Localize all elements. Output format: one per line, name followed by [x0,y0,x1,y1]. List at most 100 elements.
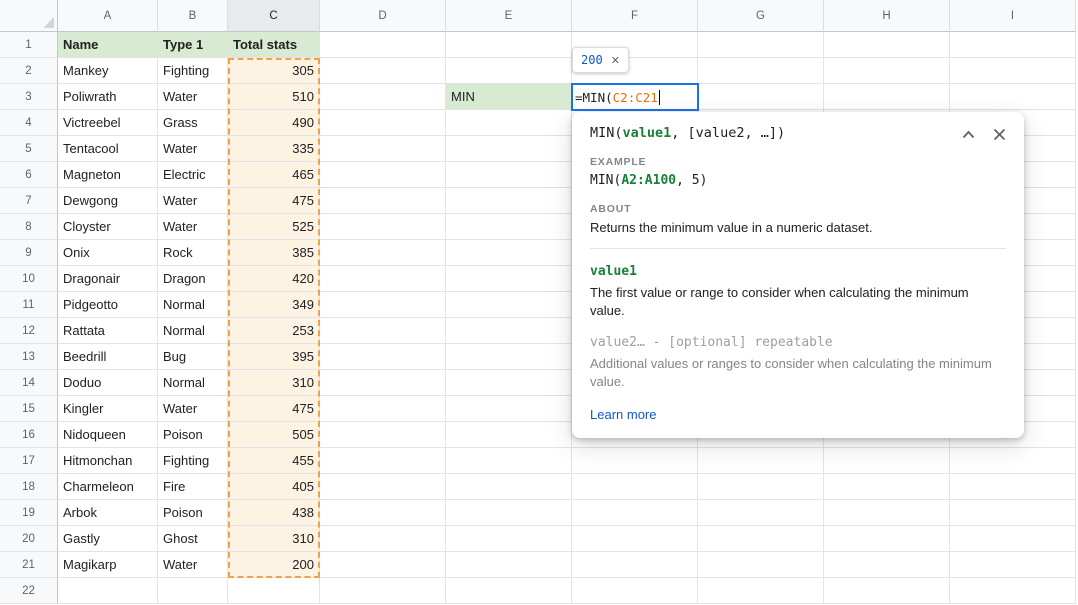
cell-H2[interactable] [824,58,950,84]
cell-D13[interactable] [320,344,446,370]
cell-G20[interactable] [698,526,824,552]
cell-E4[interactable] [446,110,572,136]
cell-C17[interactable]: 455 [228,448,320,474]
cell-C7[interactable]: 475 [228,188,320,214]
cell-C3[interactable]: 510 [228,84,320,110]
close-icon[interactable] [993,128,1006,141]
cell-C10[interactable]: 420 [228,266,320,292]
cell-D3[interactable] [320,84,446,110]
cell-B11[interactable]: Normal [158,292,228,318]
cell-E8[interactable] [446,214,572,240]
cell-E21[interactable] [446,552,572,578]
cell-H20[interactable] [824,526,950,552]
cell-H18[interactable] [824,474,950,500]
cell-A8[interactable]: Cloyster [58,214,158,240]
row-header-6[interactable]: 6 [0,162,58,188]
cell-D21[interactable] [320,552,446,578]
cell-B10[interactable]: Dragon [158,266,228,292]
row-header-3[interactable]: 3 [0,84,58,110]
cell-B16[interactable]: Poison [158,422,228,448]
cell-E13[interactable] [446,344,572,370]
cell-C4[interactable]: 490 [228,110,320,136]
cell-B14[interactable]: Normal [158,370,228,396]
cell-A4[interactable]: Victreebel [58,110,158,136]
cell-E3[interactable]: MIN [446,84,572,110]
cell-F22[interactable] [572,578,698,604]
cell-A2[interactable]: Mankey [58,58,158,84]
cell-D4[interactable] [320,110,446,136]
cell-I3[interactable] [950,84,1076,110]
cell-B2[interactable]: Fighting [158,58,228,84]
cell-D22[interactable] [320,578,446,604]
cell-A5[interactable]: Tentacool [58,136,158,162]
cell-B9[interactable]: Rock [158,240,228,266]
row-header-1[interactable]: 1 [0,32,58,58]
cell-D16[interactable] [320,422,446,448]
cell-G19[interactable] [698,500,824,526]
row-header-13[interactable]: 13 [0,344,58,370]
cell-C21[interactable]: 200 [228,552,320,578]
cell-D12[interactable] [320,318,446,344]
cell-H19[interactable] [824,500,950,526]
row-header-2[interactable]: 2 [0,58,58,84]
cell-B5[interactable]: Water [158,136,228,162]
row-header-22[interactable]: 22 [0,578,58,604]
cell-F18[interactable] [572,474,698,500]
cell-B17[interactable]: Fighting [158,448,228,474]
cell-B13[interactable]: Bug [158,344,228,370]
cell-D18[interactable] [320,474,446,500]
cell-E12[interactable] [446,318,572,344]
cell-E5[interactable] [446,136,572,162]
cell-A9[interactable]: Onix [58,240,158,266]
row-header-11[interactable]: 11 [0,292,58,318]
learn-more-link[interactable]: Learn more [590,407,656,422]
cell-B1[interactable]: Type 1 [158,32,228,58]
cell-C18[interactable]: 405 [228,474,320,500]
cell-A10[interactable]: Dragonair [58,266,158,292]
cell-B19[interactable]: Poison [158,500,228,526]
cell-A13[interactable]: Beedrill [58,344,158,370]
cell-E20[interactable] [446,526,572,552]
column-header-A[interactable]: A [58,0,158,32]
cell-C1[interactable]: Total stats [228,32,320,58]
row-header-21[interactable]: 21 [0,552,58,578]
cell-A12[interactable]: Rattata [58,318,158,344]
cell-A6[interactable]: Magneton [58,162,158,188]
cell-A17[interactable]: Hitmonchan [58,448,158,474]
cell-F21[interactable] [572,552,698,578]
cell-B8[interactable]: Water [158,214,228,240]
cell-B4[interactable]: Grass [158,110,228,136]
cell-H21[interactable] [824,552,950,578]
cell-E16[interactable] [446,422,572,448]
column-header-I[interactable]: I [950,0,1076,32]
row-header-8[interactable]: 8 [0,214,58,240]
cell-E18[interactable] [446,474,572,500]
cell-E14[interactable] [446,370,572,396]
cell-E6[interactable] [446,162,572,188]
cell-C15[interactable]: 475 [228,396,320,422]
cell-I1[interactable] [950,32,1076,58]
column-header-F[interactable]: F [572,0,698,32]
cell-D9[interactable] [320,240,446,266]
cell-E2[interactable] [446,58,572,84]
cell-C13[interactable]: 395 [228,344,320,370]
select-all-corner[interactable] [0,0,58,32]
cell-C6[interactable]: 465 [228,162,320,188]
cell-H3[interactable] [824,84,950,110]
cell-C14[interactable]: 310 [228,370,320,396]
cell-E19[interactable] [446,500,572,526]
column-header-D[interactable]: D [320,0,446,32]
cell-I18[interactable] [950,474,1076,500]
cell-C22[interactable] [228,578,320,604]
row-header-9[interactable]: 9 [0,240,58,266]
cell-G2[interactable] [698,58,824,84]
cell-C12[interactable]: 253 [228,318,320,344]
column-header-E[interactable]: E [446,0,572,32]
cell-E9[interactable] [446,240,572,266]
collapse-icon[interactable] [962,130,975,139]
cell-F19[interactable] [572,500,698,526]
cell-E1[interactable] [446,32,572,58]
cell-G1[interactable] [698,32,824,58]
cell-D15[interactable] [320,396,446,422]
row-header-12[interactable]: 12 [0,318,58,344]
